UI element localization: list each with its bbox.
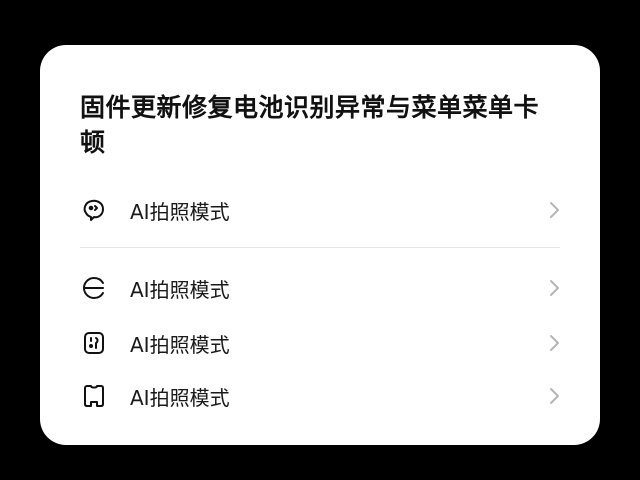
menu-item-label: AI拍照模式 — [130, 199, 230, 224]
section-divider — [80, 247, 560, 248]
chevron-right-icon — [544, 386, 560, 406]
settings-card: 固件更新修复电池识别异常与菜单菜单卡顿 AI拍照模式 AI拍照模式 AI拍照模式… — [40, 45, 600, 445]
menu-item-ai-photo-mode-4[interactable]: AI拍照模式 — [80, 376, 560, 416]
camera-mode-icon — [80, 274, 108, 302]
menu-item-ai-photo-mode-1[interactable]: AI拍照模式 — [80, 190, 560, 230]
menu-item-label: AI拍照模式 — [130, 332, 230, 357]
face-speech-icon — [80, 196, 108, 224]
chevron-right-icon — [544, 200, 560, 220]
menu-item-label: AI拍照模式 — [130, 277, 230, 302]
phone-frame-icon — [80, 382, 108, 410]
menu-item-ai-photo-mode-2[interactable]: AI拍照模式 — [80, 268, 560, 308]
menu-item-ai-photo-mode-3[interactable]: AI拍照模式 — [80, 323, 560, 363]
chevron-right-icon — [544, 278, 560, 298]
chevron-right-icon — [544, 333, 560, 353]
card-title: 固件更新修复电池识别异常与菜单菜单卡顿 — [80, 93, 540, 157]
square-face-icon — [80, 329, 108, 357]
menu-item-label: AI拍照模式 — [130, 385, 230, 410]
